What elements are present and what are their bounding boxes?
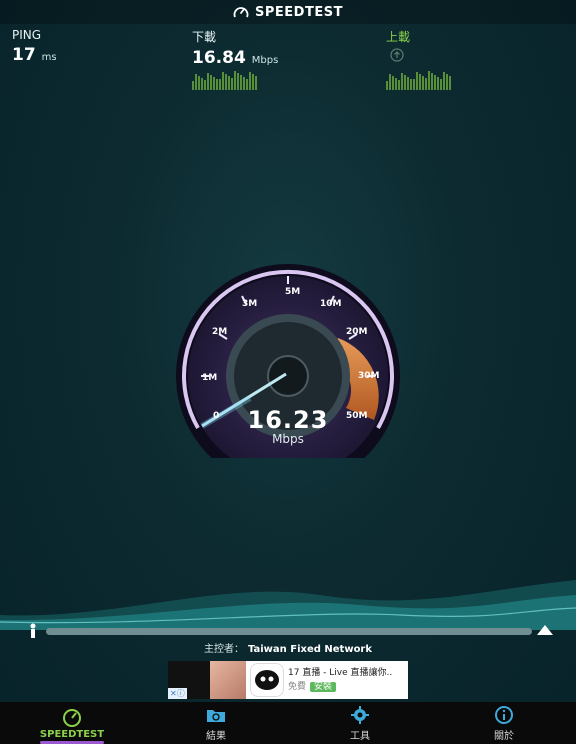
history-bar [234,71,236,90]
history-bar [395,78,397,90]
nav-speedtest[interactable]: SPEEDTEST [0,702,144,744]
history-bar [419,74,421,90]
history-bar [252,74,254,90]
ad-app-icon [250,663,284,697]
gauge-tick-label: 20M [346,327,368,337]
ad-photo [210,661,246,699]
ad-banner[interactable]: 17 直播 - Live 直播讓你.. 免費 安裝 ✕ⓘ [168,661,408,699]
wave-decoration [0,580,576,630]
app-title: SPEEDTEST [255,4,343,20]
download-stat: 下載 16.84 Mbps [192,28,278,68]
history-bar [413,79,415,90]
ping-value: 17 [12,45,36,65]
history-bar [431,73,433,90]
history-bar [219,79,221,90]
history-bar [222,72,224,90]
ping-unit: ms [41,52,57,63]
gear-icon [351,705,369,724]
nav-results-label: 結果 [206,730,226,742]
ad-free-label: 免費 [288,682,307,692]
folder-icon [207,709,225,722]
history-bar [255,76,257,90]
current-speed-value: 16.23 [247,406,329,434]
history-bar [240,75,242,90]
history-bar [404,75,406,90]
ad-close-icon[interactable]: ✕ⓘ [168,688,187,699]
upload-stat: 上載 [386,28,410,66]
history-bar [407,77,409,90]
history-bar [237,73,239,90]
history-bar [216,79,218,90]
nav-about[interactable]: 關於 [432,702,576,744]
history-bar [225,74,227,90]
gauge-tick-label: 2M [212,327,227,337]
history-bar [195,74,197,90]
bottom-nav: SPEEDTEST 結果 工具 關於 [0,702,576,744]
ping-stat: PING 17 ms [12,28,57,65]
history-bar [440,79,442,90]
upload-history-bars [386,71,451,90]
ping-label: PING [12,28,42,42]
history-bar [246,79,248,90]
progress-track[interactable] [46,628,532,635]
history-bar [207,73,209,90]
gauge-tick-label: 3M [242,299,257,309]
history-bar [443,72,445,90]
host-name: Taiwan Fixed Network [247,644,373,655]
history-bar [213,77,215,90]
history-bar [416,72,418,90]
nav-tools-label: 工具 [350,730,370,742]
history-bar [425,78,427,90]
history-bar [243,77,245,90]
gauge-tick-label: 10M [320,299,342,309]
history-bar [389,74,391,90]
history-bar [192,81,194,90]
history-bar [201,78,203,90]
history-bar [446,74,448,90]
history-bar [410,79,412,90]
history-bar [392,76,394,90]
nav-tools[interactable]: 工具 [288,702,432,744]
history-bar [422,76,424,90]
download-history-bars [192,71,257,90]
gauge-tick-label: 1M [202,373,217,383]
speed-readout: 16.23 Mbps [218,406,358,446]
history-bar [231,78,233,90]
ad-title: 17 直播 - Live 直播讓你.. [288,668,393,678]
progress-slider[interactable] [0,622,576,640]
host-label: 主控者： [203,644,244,655]
history-bar [428,71,430,90]
history-bar [386,81,388,90]
current-speed-unit: Mbps [272,432,304,446]
app-header: SPEEDTEST [0,0,576,24]
history-bar [228,76,230,90]
history-bar [198,76,200,90]
history-bar [210,75,212,90]
info-icon [495,705,513,724]
history-bar [437,77,439,90]
speedometer-icon [63,708,81,727]
host-info[interactable]: 主控者： Taiwan Fixed Network [0,640,576,655]
upload-arrow-icon [390,48,404,62]
download-value: 16.84 [192,48,246,68]
gauge-tick-label: 30M [358,371,380,381]
history-bar [434,75,436,90]
history-bar [204,80,206,90]
history-bar [449,76,451,90]
nav-results[interactable]: 結果 [144,702,288,744]
history-bar [249,72,251,90]
download-label: 下載 [192,30,217,44]
person-icon [30,623,36,638]
history-bar [401,73,403,90]
ad-install-button[interactable]: 安裝 [310,682,337,692]
upload-label: 上載 [386,30,411,44]
nav-speedtest-label: SPEEDTEST [39,728,105,740]
nav-about-label: 關於 [494,730,514,742]
history-bar [398,80,400,90]
speedometer-logo-icon [233,7,249,18]
download-unit: Mbps [251,55,279,66]
server-triangle-icon [537,625,553,635]
gauge-tick-label: 5M [285,287,300,297]
